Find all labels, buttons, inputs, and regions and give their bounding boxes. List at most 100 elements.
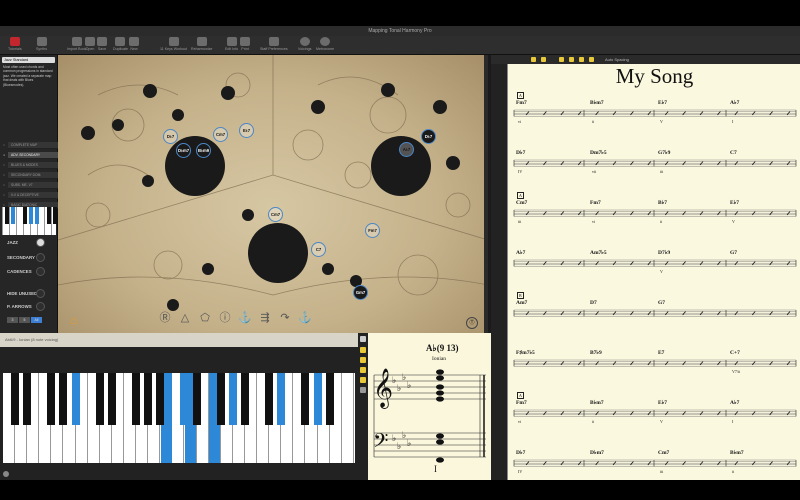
toolbar-edit-info-button[interactable]: Edit Info [225, 37, 238, 51]
leadsheet-chord[interactable]: Cm7 [516, 200, 527, 206]
anchor-alt-icon[interactable]: ⚓ [298, 311, 312, 325]
strip-tool-5-icon[interactable] [360, 377, 366, 383]
leadsheet-chord[interactable]: B♭m7 [590, 100, 604, 106]
black-key[interactable] [301, 373, 310, 425]
black-key[interactable] [240, 373, 249, 425]
preset-select[interactable]: Jazz Standard [2, 57, 55, 63]
toolbar-import-book-button[interactable]: Import Book [67, 37, 86, 51]
piano-keyboard[interactable] [3, 373, 355, 463]
leadsheet-tool-6-icon[interactable] [589, 57, 594, 62]
harmony-map[interactable]: D♭7 D♭m7 B♭m9 Cm7 E♭7 D♭7 A♭7 Cm7 Fm7 C7 Gm7 Ⓡ △ ⬠… [58, 55, 488, 333]
leadsheet-tool-1-icon[interactable] [531, 57, 536, 62]
leadsheet-chord[interactable]: E♭7 [658, 100, 667, 106]
map-item[interactable]: • SECONDARY DOM. [0, 171, 58, 179]
leadsheet-chord[interactable]: Fm7 [516, 400, 527, 406]
leadsheet-chord[interactable]: A♭7 [730, 100, 739, 106]
leadsheet-tool-5-icon[interactable] [579, 57, 584, 62]
chord-node[interactable]: D♭7 [163, 129, 178, 144]
toolbar-keys-workout-button[interactable]: 11 Keys Workout [160, 37, 187, 51]
leadsheet-chord[interactable]: B♭7 [658, 200, 667, 206]
toolbar-new-button[interactable]: New [129, 37, 139, 51]
leadsheet-chord[interactable]: G7 [658, 300, 665, 306]
info-tool-icon[interactable]: Ⓡ [158, 311, 172, 325]
map-item[interactable]: • II-V & DECEPTIVE [0, 191, 58, 199]
chord-node[interactable]: D♭7 [421, 129, 436, 144]
leadsheet-chord[interactable]: Fm7 [516, 100, 527, 106]
leadsheet-tool-3-icon[interactable] [559, 57, 564, 62]
cadences-toggle[interactable] [36, 267, 45, 276]
black-key[interactable] [71, 373, 80, 425]
black-key[interactable] [144, 373, 153, 425]
black-key[interactable] [107, 373, 116, 425]
jazz-knob[interactable] [36, 238, 45, 247]
leadsheet-tool-2-icon[interactable] [541, 57, 546, 62]
map-item[interactable]: • COMPLETE MAP [0, 141, 58, 149]
chord-node[interactable]: C7 [311, 242, 326, 257]
strip-tool-4-icon[interactable] [360, 367, 366, 373]
leadsheet-chord[interactable]: Cm7 [658, 450, 669, 456]
chord-node[interactable]: D♭m7 [176, 143, 191, 158]
leadsheet-chord[interactable]: B♭m7 [590, 400, 604, 406]
arrows-tool-icon[interactable]: ⇶ [258, 311, 272, 325]
leadsheet-chord[interactable]: A♭7 [516, 250, 525, 256]
leadsheet-chord[interactable]: C+7 [730, 350, 740, 356]
redo-tool-icon[interactable]: ↷ [278, 311, 292, 325]
leadsheet-chord[interactable]: G7 [730, 250, 737, 256]
leadsheet-chord[interactable]: F♯m7♭5 [516, 350, 535, 356]
map-item[interactable]: • BLUES & MODES [0, 161, 58, 169]
black-key[interactable] [11, 373, 19, 425]
leadsheet-chord[interactable]: Am7♭5 [590, 250, 607, 256]
toolbar-save-button[interactable]: Save [97, 37, 107, 51]
segment-5[interactable]: 5 [19, 317, 30, 323]
chord-node[interactable]: Fm7 [365, 223, 380, 238]
toolbar-tutorials-button[interactable]: Tutorials [8, 37, 22, 51]
strip-tool-6-icon[interactable] [360, 387, 366, 393]
strip-tool-2-icon[interactable] [360, 347, 366, 353]
toolbar-voicings-button[interactable]: Voicings [298, 37, 311, 51]
map-item[interactable]: • SUBS. ME. V7 [0, 181, 58, 189]
black-key[interactable] [180, 373, 189, 425]
chord-node[interactable]: A♭7 [399, 142, 414, 157]
black-key[interactable] [216, 373, 225, 425]
toolbar-metronome-button[interactable]: Metronome [316, 37, 334, 51]
toolbar-print-button[interactable]: Print [240, 37, 250, 51]
black-key[interactable] [59, 373, 68, 425]
black-key[interactable] [325, 373, 334, 425]
black-key[interactable] [95, 373, 104, 425]
leadsheet-chord[interactable]: D♭7 [516, 150, 525, 156]
leadsheet-chord[interactable]: D7 [590, 300, 597, 306]
black-key[interactable] [23, 373, 32, 425]
pentagon-tool-icon[interactable]: ⬠ [198, 311, 212, 325]
anchor-tool-icon[interactable]: ⚓ [238, 311, 252, 325]
chord-node[interactable]: E♭7 [239, 123, 254, 138]
piano-settings-icon[interactable] [3, 471, 9, 477]
secondary-toggle[interactable] [36, 253, 45, 262]
leadsheet-chord[interactable]: Am7 [516, 300, 527, 306]
p-arrows-toggle[interactable] [36, 302, 45, 311]
black-key[interactable] [47, 373, 56, 425]
black-key[interactable] [132, 373, 140, 425]
white-key[interactable] [342, 373, 354, 463]
leadsheet-chord[interactable]: B♭m7 [730, 450, 744, 456]
chord-node[interactable]: Gm7 [353, 285, 368, 300]
strip-tool-3-icon[interactable] [360, 357, 366, 363]
leadsheet-chord[interactable]: Dm7♭5 [590, 150, 607, 156]
chord-node[interactable]: Cm7 [213, 127, 228, 142]
leadsheet-chord[interactable]: D7♭9 [658, 250, 670, 256]
map-item[interactable]: ● ADV. SECONDARY [0, 151, 58, 159]
leadsheet-chord[interactable]: D♭7 [516, 450, 525, 456]
leadsheet-chord[interactable]: E7 [658, 350, 664, 356]
leadsheet-chord[interactable]: C7 [730, 150, 737, 156]
alert-tool-icon[interactable]: ⓘ [218, 311, 232, 325]
chord-node[interactable]: Cm7 [268, 207, 283, 222]
toolbar-synths-button[interactable]: Synths [36, 37, 47, 51]
leadsheet-chord[interactable]: D♭m7 [590, 450, 604, 456]
toolbar-open-button[interactable]: Open [85, 37, 95, 51]
segment-3[interactable]: 3 [7, 317, 18, 323]
segment-all[interactable]: All [31, 317, 42, 323]
song-title[interactable]: My Song [508, 64, 800, 89]
black-key[interactable] [265, 373, 274, 425]
toolbar-reharmonize-button[interactable]: Reharmonize [191, 37, 212, 51]
home-icon[interactable]: ⌂ [70, 313, 77, 327]
leadsheet-chord[interactable]: A♭7 [730, 400, 739, 406]
